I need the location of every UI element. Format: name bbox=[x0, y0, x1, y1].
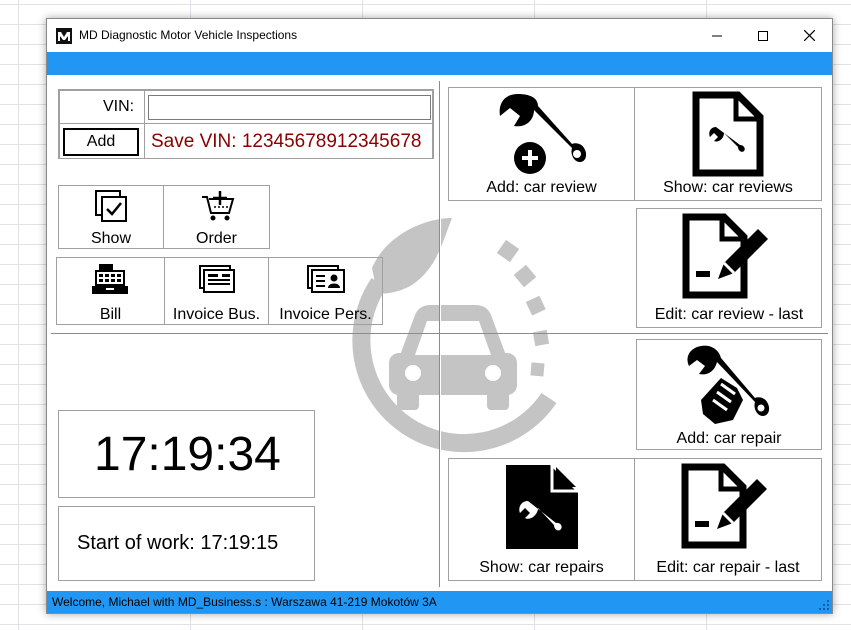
checklist-icon bbox=[95, 190, 127, 222]
car-leaf-logo-icon bbox=[352, 218, 557, 453]
cart-add-icon bbox=[202, 191, 235, 221]
minimize-icon bbox=[712, 35, 722, 36]
status-text: Welcome, Michael with MD_Business.s : Wa… bbox=[52, 595, 437, 609]
document-pencil-icon bbox=[681, 463, 767, 549]
show-car-repairs-label: Show: car repairs bbox=[479, 559, 604, 576]
vin-label-cell: VIN: bbox=[59, 90, 145, 124]
hand-wrench-icon bbox=[687, 345, 770, 424]
vin-input[interactable] bbox=[148, 95, 431, 120]
start-of-work-text: Start of work: 17:19:15 bbox=[77, 532, 279, 554]
edit-car-review-last-label: Edit: car review - last bbox=[654, 306, 804, 323]
maximize-button[interactable] bbox=[740, 19, 786, 52]
invoice-pers-label: Invoice Pers. bbox=[279, 306, 372, 323]
show-car-repairs-button[interactable]: Show: car repairs bbox=[448, 458, 635, 581]
add-car-repair-button[interactable]: Add: car repair bbox=[636, 339, 822, 450]
add-car-review-button[interactable]: Add: car review bbox=[448, 87, 635, 201]
vertical-divider bbox=[439, 81, 440, 587]
document-wrench-filled-icon bbox=[506, 465, 578, 549]
order-button[interactable]: Order bbox=[163, 185, 270, 249]
invoice-pers-button[interactable]: Invoice Pers. bbox=[268, 257, 383, 325]
vin-label: VIN: bbox=[103, 98, 135, 115]
app-window: MD Diagnostic Motor Vehicle Inspections bbox=[46, 18, 833, 614]
status-bar: Welcome, Michael with MD_Business.s : Wa… bbox=[47, 591, 832, 613]
vin-panel: VIN: Add Save VIN: 12345678912345678 bbox=[58, 89, 434, 159]
md-logo-icon bbox=[56, 28, 72, 44]
add-vin-button[interactable]: Add bbox=[63, 128, 139, 156]
add-cell: Add bbox=[59, 123, 145, 159]
vin-input-cell bbox=[144, 90, 433, 124]
main-content: VIN: Add Save VIN: 12345678912345678 Sho… bbox=[47, 75, 832, 591]
saved-vin-text: Save VIN: 12345678912345678 bbox=[151, 131, 422, 152]
edit-car-review-last-button[interactable]: Edit: car review - last bbox=[636, 208, 822, 328]
show-label: Show bbox=[90, 230, 132, 247]
edit-car-repair-last-label: Edit: car repair - last bbox=[656, 559, 800, 576]
wrench-plus-icon bbox=[499, 94, 586, 174]
saved-vin-cell: Save VIN: 12345678912345678 bbox=[144, 123, 433, 159]
edit-car-repair-last-button[interactable]: Edit: car repair - last bbox=[634, 458, 822, 581]
clock-time: 17:19:34 bbox=[94, 428, 281, 481]
cash-register-icon bbox=[92, 264, 128, 294]
bill-label: Bill bbox=[99, 306, 122, 323]
show-car-reviews-button[interactable]: Show: car reviews bbox=[634, 87, 822, 201]
invoice-person-icon bbox=[307, 265, 345, 293]
window-title: MD Diagnostic Motor Vehicle Inspections bbox=[79, 28, 298, 42]
minimize-button[interactable] bbox=[694, 19, 740, 52]
horizontal-divider bbox=[51, 333, 828, 334]
invoice-bus-label: Invoice Bus. bbox=[172, 306, 261, 323]
bill-button[interactable]: Bill bbox=[56, 257, 165, 325]
order-label: Order bbox=[196, 230, 237, 247]
add-car-repair-label: Add: car repair bbox=[676, 430, 782, 447]
resize-grip-icon[interactable] bbox=[819, 600, 830, 611]
clock-panel: 17:19:34 bbox=[58, 410, 315, 498]
show-car-reviews-label: Show: car reviews bbox=[663, 179, 793, 196]
show-button[interactable]: Show bbox=[58, 185, 164, 249]
document-pencil-icon bbox=[682, 213, 768, 299]
header-bar bbox=[47, 52, 832, 75]
document-wrench-icon bbox=[692, 91, 764, 177]
invoice-business-icon bbox=[199, 265, 235, 293]
start-panel: Start of work: 17:19:15 bbox=[58, 506, 315, 581]
add-car-review-label: Add: car review bbox=[486, 179, 597, 196]
invoice-bus-button[interactable]: Invoice Bus. bbox=[164, 257, 269, 325]
title-bar: MD Diagnostic Motor Vehicle Inspections bbox=[47, 19, 832, 52]
maximize-icon bbox=[758, 30, 768, 41]
close-icon bbox=[803, 30, 815, 41]
close-button[interactable] bbox=[786, 19, 832, 52]
